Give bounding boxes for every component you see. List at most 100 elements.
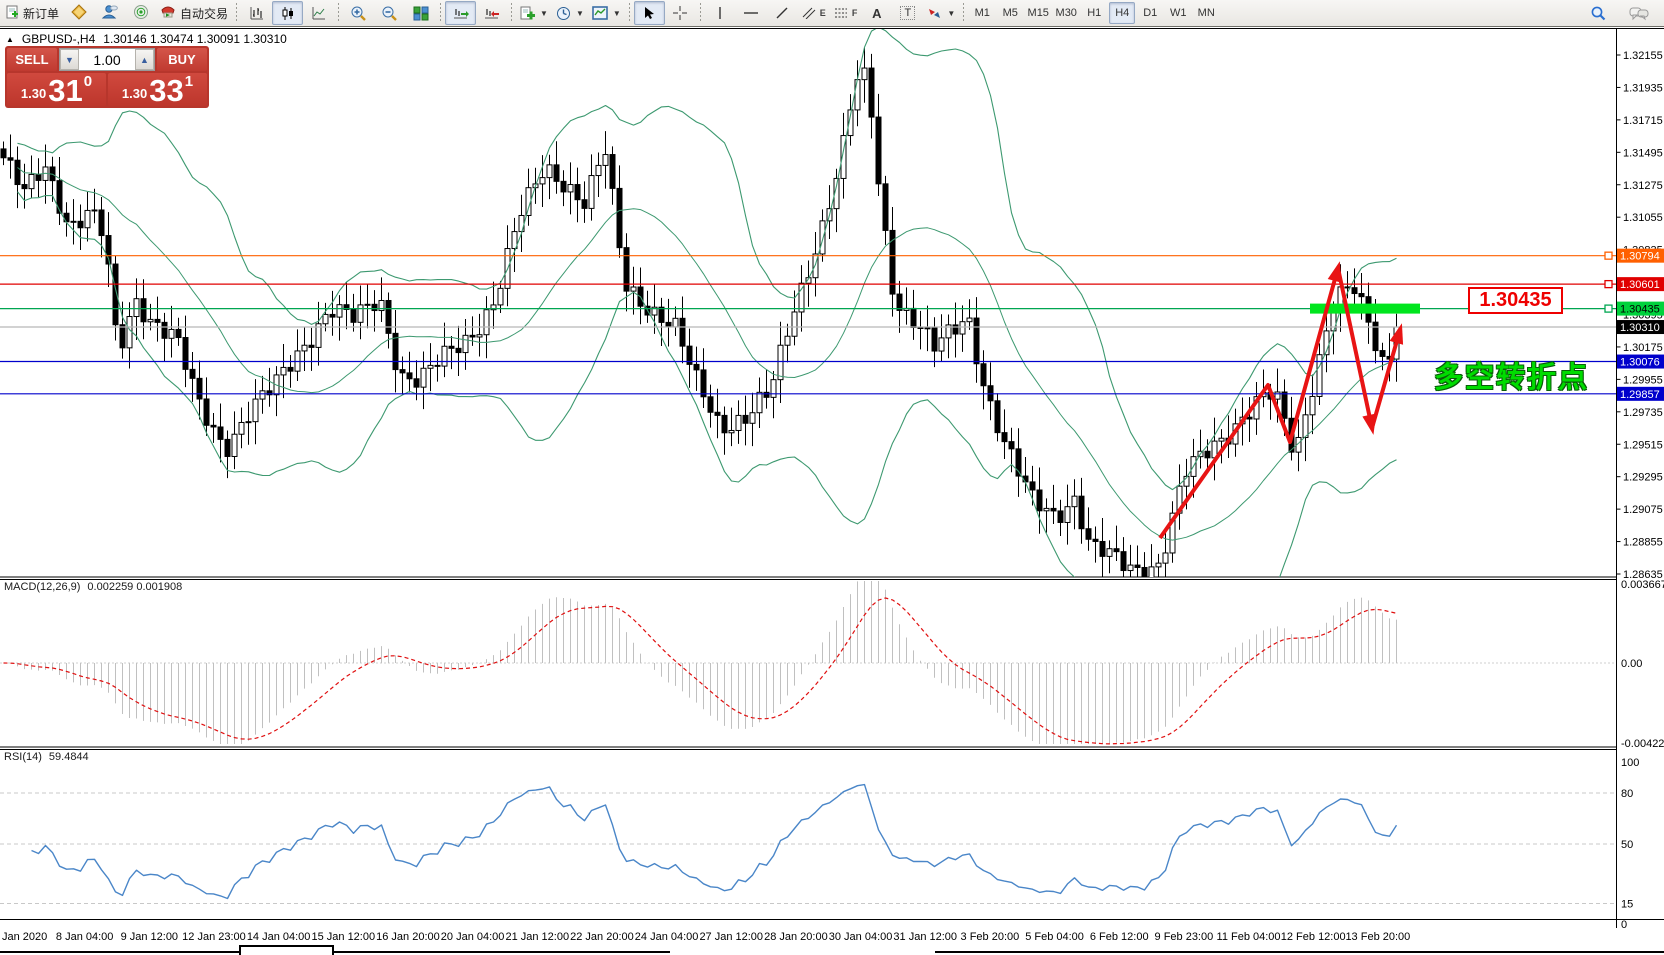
- market-button[interactable]: [63, 1, 94, 25]
- chart-shift-button[interactable]: [476, 1, 507, 25]
- ohlc-values: 1.30146 1.30474 1.30091 1.30310: [103, 32, 287, 46]
- svg-text:15: 15: [1621, 899, 1633, 911]
- bar-chart-button[interactable]: [241, 1, 272, 25]
- timeframe-W1[interactable]: W1: [1165, 2, 1191, 24]
- community-button[interactable]: [94, 1, 125, 25]
- periods-button[interactable]: ▼: [552, 1, 588, 25]
- volume-decrease-button[interactable]: ▼: [60, 49, 79, 70]
- svg-text:9 Jan 12:00: 9 Jan 12:00: [121, 931, 179, 943]
- svg-text:3 Feb 20:00: 3 Feb 20:00: [961, 931, 1020, 943]
- volume-increase-button[interactable]: ▲: [135, 49, 154, 70]
- timeframe-MN[interactable]: MN: [1193, 2, 1219, 24]
- volume-value[interactable]: 1.00: [79, 49, 135, 70]
- signals-button[interactable]: [125, 1, 156, 25]
- svg-text:1.29857: 1.29857: [1620, 389, 1660, 401]
- rsi-pane: [0, 785, 1617, 904]
- toolbar-separator: [511, 3, 512, 23]
- svg-text:1.29515: 1.29515: [1623, 439, 1663, 451]
- search-button[interactable]: [1582, 1, 1613, 25]
- autotrading-label: 自动交易: [180, 5, 228, 22]
- candlestick-chart-button[interactable]: [272, 1, 303, 25]
- sell-price-big: 31: [48, 78, 82, 104]
- svg-text:0: 0: [1621, 919, 1627, 931]
- svg-text:1.31715: 1.31715: [1623, 115, 1663, 127]
- new-order-button[interactable]: 新订单: [2, 1, 63, 25]
- timeframe-D1[interactable]: D1: [1137, 2, 1163, 24]
- toolbar-separator: [963, 3, 964, 23]
- symbol-period-label: GBPUSD-,H4: [22, 32, 95, 46]
- text-button[interactable]: A: [861, 1, 892, 25]
- svg-text:12 Feb 12:00: 12 Feb 12:00: [1281, 931, 1346, 943]
- templates-button[interactable]: ▼: [588, 1, 625, 25]
- zoom-out-button[interactable]: [374, 1, 405, 25]
- buy-button[interactable]: BUY: [157, 48, 207, 71]
- line-chart-button[interactable]: [303, 1, 334, 25]
- timeframe-H1[interactable]: H1: [1081, 2, 1107, 24]
- svg-text:1.31935: 1.31935: [1623, 82, 1663, 94]
- sell-price[interactable]: 1.30 31 0: [7, 73, 106, 106]
- svg-text:24 Jan 04:00: 24 Jan 04:00: [635, 931, 699, 943]
- svg-text:0.003667: 0.003667: [1621, 579, 1664, 591]
- chat-button[interactable]: [1623, 1, 1654, 25]
- sell-button[interactable]: SELL: [7, 48, 57, 71]
- svg-text:-0.00422: -0.00422: [1621, 738, 1664, 750]
- sell-price-prefix: 1.30: [21, 86, 46, 101]
- chart-surface[interactable]: 1.321551.319351.317151.314951.312751.310…: [0, 0, 1664, 955]
- toolbar-separator: [700, 3, 701, 23]
- svg-text:80: 80: [1621, 788, 1633, 800]
- svg-text:6 Feb 12:00: 6 Feb 12:00: [1090, 931, 1149, 943]
- volume-stepper: ▼ 1.00 ▲: [59, 48, 155, 71]
- arrows-button[interactable]: ▼: [923, 1, 959, 25]
- svg-text:14 Jan 04:00: 14 Jan 04:00: [247, 931, 311, 943]
- autotrading-button[interactable]: 自动交易: [156, 1, 232, 25]
- timeframe-group: M1M5M15M30H1H4D1W1MN: [968, 2, 1220, 24]
- svg-text:8 Jan 04:00: 8 Jan 04:00: [56, 931, 114, 943]
- svg-text:15 Jan 12:00: 15 Jan 12:00: [311, 931, 375, 943]
- svg-text:1.29735: 1.29735: [1623, 407, 1663, 419]
- indicators-button[interactable]: ▼: [516, 1, 552, 25]
- svg-text:1.30175: 1.30175: [1623, 342, 1663, 354]
- svg-text:9 Feb 23:00: 9 Feb 23:00: [1155, 931, 1214, 943]
- macd-name: MACD(12,26,9): [4, 581, 80, 593]
- buy-price[interactable]: 1.30 33 1: [108, 73, 207, 106]
- collapse-panel-icon[interactable]: ▲: [6, 35, 14, 44]
- svg-text:13 Feb 20:00: 13 Feb 20:00: [1345, 931, 1410, 943]
- fibonacci-button[interactable]: F: [830, 1, 862, 25]
- one-click-trading-panel: SELL ▼ 1.00 ▲ BUY 1.30 31 0 1.30 33 1: [5, 46, 209, 108]
- chevron-down-icon: ▼: [576, 9, 584, 18]
- signal-icon: [133, 4, 149, 23]
- svg-text:1.28855: 1.28855: [1623, 537, 1663, 549]
- svg-text:20 Jan 04:00: 20 Jan 04:00: [441, 931, 505, 943]
- svg-text:50: 50: [1621, 839, 1633, 851]
- toolbar-separator: [338, 3, 339, 23]
- rsi-name: RSI(14): [4, 751, 42, 763]
- text-label-button[interactable]: T: [892, 1, 923, 25]
- timeframe-M1[interactable]: M1: [969, 2, 995, 24]
- crosshair-button[interactable]: [665, 1, 696, 25]
- tile-windows-button[interactable]: [405, 1, 436, 25]
- timeframe-M5[interactable]: M5: [997, 2, 1023, 24]
- rsi-indicator-label: RSI(14) 59.4844: [4, 751, 89, 763]
- bottom-grip: [239, 945, 334, 955]
- cursor-button[interactable]: [634, 1, 665, 25]
- vertical-line-button[interactable]: [705, 1, 736, 25]
- trendline-button[interactable]: [767, 1, 798, 25]
- toolbar-separator: [629, 3, 630, 23]
- horizontal-line-button[interactable]: [736, 1, 767, 25]
- chevron-down-icon: ▼: [540, 9, 548, 18]
- timeframe-M15[interactable]: M15: [1025, 2, 1051, 24]
- svg-text:1.30310: 1.30310: [1620, 322, 1660, 334]
- svg-text:1.31275: 1.31275: [1623, 180, 1663, 192]
- person-cloud-icon: [101, 4, 118, 22]
- svg-text:12 Jan 23:00: 12 Jan 23:00: [182, 931, 246, 943]
- timeframe-M30[interactable]: M30: [1053, 2, 1079, 24]
- chevron-down-icon: ▼: [947, 9, 955, 18]
- auto-scroll-button[interactable]: [445, 1, 476, 25]
- svg-text:1.31055: 1.31055: [1623, 212, 1663, 224]
- zoom-in-button[interactable]: [343, 1, 374, 25]
- timeframe-H4[interactable]: H4: [1109, 2, 1135, 24]
- macd-values: 0.002259 0.001908: [87, 581, 182, 593]
- macd-pane: [0, 581, 1617, 744]
- equidistant-channel-button[interactable]: E: [798, 1, 830, 25]
- buy-price-sup: 1: [185, 73, 193, 90]
